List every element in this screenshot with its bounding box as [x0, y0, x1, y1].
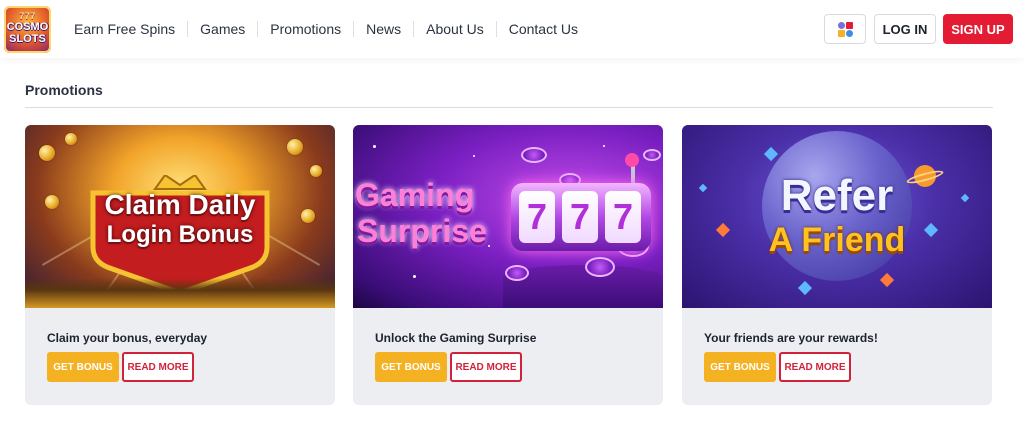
promo-banner-refer-friend[interactable]: Refer A Friend — [682, 125, 992, 308]
slot-reel: 7 — [562, 191, 598, 243]
login-button[interactable]: LOG IN — [874, 14, 936, 44]
promo-card-gaming-surprise: Gaming Surprise 7 7 7 Unlock the Gaming … — [353, 125, 663, 405]
read-more-button[interactable]: READ MORE — [122, 352, 194, 382]
section-divider — [25, 107, 993, 108]
promo-banner-daily-login[interactable]: Claim Daily Login Bonus — [25, 125, 335, 308]
banner-headline-line2: Surprise — [357, 213, 487, 249]
nav-contact-us[interactable]: Contact Us — [497, 18, 590, 40]
gold-coins-pile — [25, 278, 335, 308]
main-nav: Earn Free Spins Games Promotions News Ab… — [62, 18, 590, 40]
banner-headline-line2: Login Bonus — [106, 221, 254, 248]
slot-machine-graphic: 7 7 7 — [511, 183, 651, 251]
banner-headline-line1: Refer — [780, 171, 894, 220]
logo-text-top: 777 — [19, 11, 36, 21]
logo-text-middle: COSMO — [6, 21, 49, 33]
nav-games[interactable]: Games — [188, 18, 257, 40]
promo-card-daily-login: Claim Daily Login Bonus Claim your bonus… — [25, 125, 335, 405]
language-switch-button[interactable] — [824, 14, 866, 44]
slot-reel: 7 — [605, 191, 641, 243]
banner-headline-line1: Claim Daily — [104, 189, 256, 220]
get-bonus-button[interactable]: GET BONUS — [375, 352, 447, 382]
signup-button[interactable]: SIGN UP — [943, 14, 1013, 44]
cosmo-slots-logo[interactable]: 777 COSMO SLOTS — [4, 6, 51, 53]
slot-reel: 7 — [519, 191, 555, 243]
promo-banner-gaming-surprise[interactable]: Gaming Surprise 7 7 7 — [353, 125, 663, 308]
promo-caption: Your friends are your rewards! — [704, 331, 878, 345]
read-more-button[interactable]: READ MORE — [450, 352, 522, 382]
nav-about-us[interactable]: About Us — [414, 18, 496, 40]
banner-headline-line1: Gaming — [355, 177, 475, 213]
slot-lever-knob — [625, 153, 639, 167]
nav-earn-free-spins[interactable]: Earn Free Spins — [62, 18, 187, 40]
get-bonus-button[interactable]: GET BONUS — [704, 352, 776, 382]
read-more-button[interactable]: READ MORE — [779, 352, 851, 382]
nav-news[interactable]: News — [354, 18, 413, 40]
promo-card-refer-friend: Refer A Friend Your friends are your rew… — [682, 125, 992, 405]
nav-promotions[interactable]: Promotions — [258, 18, 353, 40]
banner-headline-line2: A Friend — [768, 221, 906, 259]
promo-caption: Claim your bonus, everyday — [47, 331, 208, 345]
get-bonus-button[interactable]: GET BONUS — [47, 352, 119, 382]
site-header: 777 COSMO SLOTS Earn Free Spins Games Pr… — [0, 0, 1024, 58]
section-title: Promotions — [25, 82, 103, 98]
promo-caption: Unlock the Gaming Surprise — [375, 331, 537, 345]
logo-text-bottom: SLOTS — [9, 33, 46, 45]
